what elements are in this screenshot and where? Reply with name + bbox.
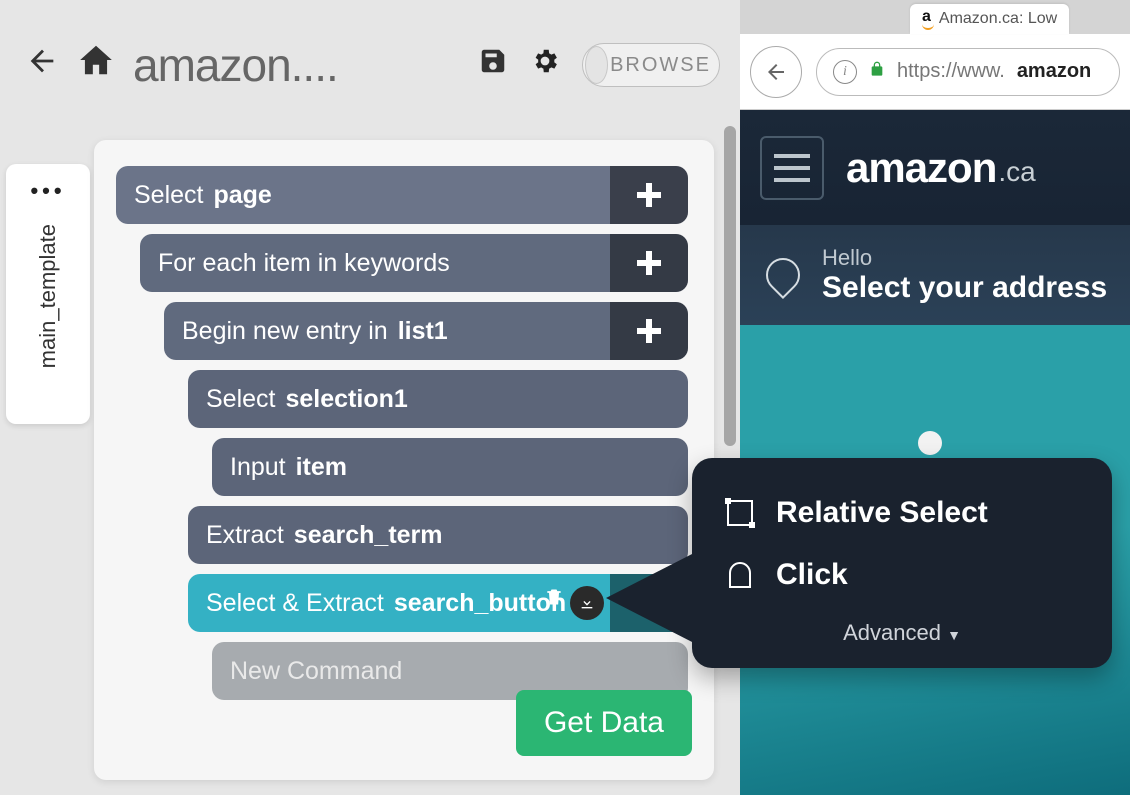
mode-toggle[interactable]: BROWSE — [582, 43, 720, 87]
trash-icon[interactable] — [544, 586, 564, 620]
tool-pane: amazon.... BROWSE ••• main_template Sele… — [0, 0, 740, 789]
context-menu: Relative Select Click Advanced ▼ — [692, 458, 1112, 668]
command-card: Select page For each item in keywords Begin… — [94, 140, 714, 780]
command-arg: item — [296, 453, 347, 482]
gear-icon[interactable] — [530, 46, 560, 84]
command-label: Select — [134, 181, 203, 210]
amazon-favicon-icon: a — [922, 8, 931, 30]
location-pin-icon — [759, 251, 807, 299]
context-click[interactable]: Click — [716, 544, 1088, 606]
address-select: Select your address — [822, 271, 1107, 304]
command-label: Begin new entry in — [182, 317, 388, 346]
tab-menu-icon[interactable]: ••• — [30, 178, 65, 204]
scrollbar[interactable] — [724, 126, 736, 446]
command-row[interactable]: Select page — [116, 166, 688, 224]
context-item-label: Relative Select — [776, 496, 988, 530]
browser-tab-bar: a Amazon.ca: Low — [740, 0, 1130, 34]
command-row[interactable]: Select selection1 — [188, 370, 688, 428]
command-row[interactable]: For each item in keywords — [140, 234, 688, 292]
logo-word: amazon — [846, 144, 996, 192]
relative-select-icon — [724, 497, 756, 529]
site-info-icon[interactable]: i — [833, 60, 857, 84]
click-icon — [724, 559, 756, 591]
command-arg: selection1 — [285, 385, 407, 414]
home-icon[interactable] — [77, 41, 115, 89]
decorative-dot — [918, 431, 942, 455]
url-host: amazon — [1017, 60, 1091, 83]
add-command-icon[interactable] — [610, 234, 688, 292]
browser-pane: a Amazon.ca: Low i https://www. amazon am… — [740, 0, 1130, 789]
browser-tab-title: Amazon.ca: Low — [939, 10, 1057, 28]
command-actions — [544, 586, 604, 620]
url-bar: i https://www. amazon — [740, 34, 1130, 110]
command-label: For each item in keywords — [158, 249, 450, 278]
amazon-logo[interactable]: amazon .ca — [846, 144, 1036, 192]
add-command-icon[interactable] — [610, 166, 688, 224]
command-arg: search_term — [294, 521, 443, 550]
site-address-bar[interactable]: Hello Select your address — [740, 225, 1130, 325]
lock-icon — [869, 60, 885, 83]
chevron-down-icon: ▼ — [947, 627, 961, 643]
logo-tld: .ca — [998, 156, 1035, 188]
context-advanced[interactable]: Advanced ▼ — [716, 606, 1088, 652]
browser-back-icon[interactable] — [750, 46, 802, 98]
command-label: New Command — [230, 657, 402, 686]
page-title: amazon.... — [133, 38, 478, 92]
toggle-label: BROWSE — [610, 54, 719, 77]
command-label: Input — [230, 453, 286, 482]
url-field[interactable]: i https://www. amazon — [816, 48, 1120, 96]
address-hello: Hello — [822, 245, 872, 270]
command-arg: page — [213, 181, 271, 210]
command-arg: search_button — [394, 589, 566, 618]
command-label: Select — [206, 385, 275, 414]
toggle-knob — [585, 46, 608, 84]
hamburger-icon[interactable] — [760, 136, 824, 200]
template-tab-label: main_template — [35, 224, 61, 368]
context-item-label: Click — [776, 558, 848, 592]
context-relative-select[interactable]: Relative Select — [716, 482, 1088, 544]
add-command-icon[interactable] — [610, 302, 688, 360]
save-icon[interactable] — [478, 46, 508, 84]
command-label: Select & Extract — [206, 589, 384, 618]
get-data-button[interactable]: Get Data — [516, 690, 692, 756]
context-advanced-label: Advanced — [843, 620, 941, 645]
command-row[interactable]: Input item — [212, 438, 688, 496]
command-arg: list1 — [398, 317, 448, 346]
browser-tab[interactable]: a Amazon.ca: Low — [910, 4, 1069, 34]
command-label: Extract — [206, 521, 284, 550]
download-icon[interactable] — [570, 586, 604, 620]
header: amazon.... BROWSE — [0, 20, 740, 110]
back-icon[interactable] — [25, 43, 59, 88]
command-row[interactable]: Begin new entry in list1 — [164, 302, 688, 360]
site-header: amazon .ca — [740, 110, 1130, 225]
template-tab[interactable]: ••• main_template — [6, 164, 90, 424]
url-prefix: https://www. — [897, 60, 1005, 83]
